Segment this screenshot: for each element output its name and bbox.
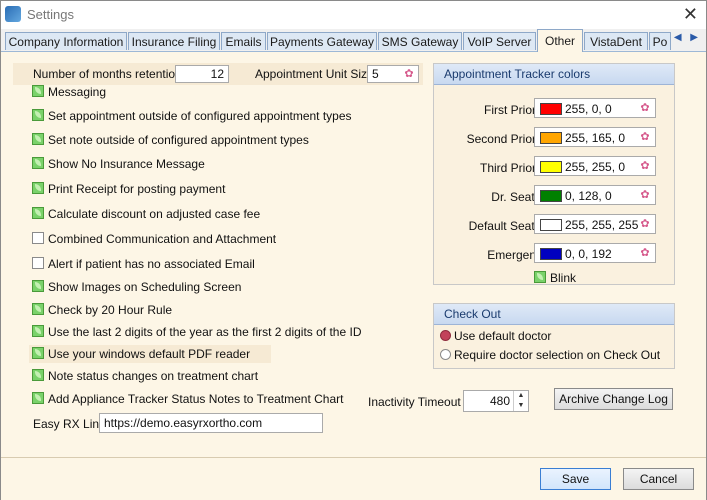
show-images-checkbox[interactable] bbox=[32, 280, 44, 292]
window-title: Settings bbox=[27, 7, 74, 22]
require-doctor-radio[interactable] bbox=[440, 349, 451, 360]
bottom-bar: Save Cancel bbox=[1, 457, 706, 500]
emergency-color[interactable]: 0, 0, 192 ✿ bbox=[534, 243, 656, 263]
third-priority-color[interactable]: 255, 255, 0 ✿ bbox=[534, 156, 656, 176]
inactivity-timeout-value: 480 bbox=[489, 394, 510, 408]
show-images-label: Show Images on Scheduling Screen bbox=[48, 280, 242, 294]
calculate-discount-label: Calculate discount on adjusted case fee bbox=[48, 207, 261, 221]
months-retention-label: Number of months retention bbox=[33, 67, 182, 81]
appliance-tracker-checkbox[interactable] bbox=[32, 392, 44, 404]
emergency-swatch bbox=[540, 248, 562, 260]
settings-window: Settings ✕ Company Information Insurance… bbox=[0, 0, 707, 500]
calculate-discount-checkbox[interactable] bbox=[32, 207, 44, 219]
check-out-title: Check Out bbox=[434, 304, 674, 325]
tab-scroll-right-icon[interactable]: ▶ bbox=[690, 32, 698, 43]
tracker-colors-title: Appointment Tracker colors bbox=[434, 64, 674, 85]
app-icon bbox=[5, 6, 21, 22]
appointment-unit-value: 5 bbox=[372, 67, 379, 81]
messaging-label: Messaging bbox=[48, 85, 107, 99]
set-appointment-outside-checkbox[interactable] bbox=[32, 109, 44, 121]
months-retention-input[interactable]: 12 bbox=[175, 65, 229, 83]
butterfly-icon[interactable]: ✿ bbox=[402, 68, 416, 80]
default-seated-value: 255, 255, 255 bbox=[565, 218, 639, 232]
tab-scroll-arrows: ◀ ▶ bbox=[668, 32, 698, 43]
emergency-value: 0, 0, 192 bbox=[565, 247, 612, 261]
butterfly-icon[interactable]: ✿ bbox=[638, 131, 652, 143]
archive-change-log-button[interactable]: Archive Change Log bbox=[554, 388, 673, 410]
butterfly-icon[interactable]: ✿ bbox=[638, 247, 652, 259]
alert-no-email-label: Alert if patient has no associated Email bbox=[48, 257, 255, 271]
butterfly-icon[interactable]: ✿ bbox=[638, 102, 652, 114]
easy-rx-input[interactable]: https://demo.easyrxortho.com bbox=[99, 413, 323, 433]
show-no-insurance-label: Show No Insurance Message bbox=[48, 157, 205, 171]
dr-seated-color[interactable]: 0, 128, 0 ✿ bbox=[534, 185, 656, 205]
pdf-reader-label: Use your windows default PDF reader bbox=[48, 347, 251, 361]
second-priority-color[interactable]: 255, 165, 0 ✿ bbox=[534, 127, 656, 147]
first-priority-swatch bbox=[540, 103, 562, 115]
appliance-tracker-label: Add Appliance Tracker Status Notes to Tr… bbox=[48, 392, 344, 406]
note-status-label: Note status changes on treatment chart bbox=[48, 369, 259, 383]
first-priority-value: 255, 0, 0 bbox=[565, 102, 612, 116]
easy-rx-label: Easy RX Link bbox=[33, 417, 106, 431]
set-note-outside-checkbox[interactable] bbox=[32, 133, 44, 145]
blink-checkbox[interactable] bbox=[534, 271, 546, 283]
tab-other[interactable]: Other bbox=[537, 29, 583, 52]
tab-company-information[interactable]: Company Information bbox=[5, 32, 127, 50]
close-icon[interactable]: ✕ bbox=[683, 4, 698, 25]
print-receipt-checkbox[interactable] bbox=[32, 182, 44, 194]
tab-voip-server[interactable]: VoIP Server bbox=[463, 32, 536, 50]
last-2-digits-checkbox[interactable] bbox=[32, 325, 44, 337]
inactivity-timeout-input[interactable]: 480 ▲ ▼ bbox=[463, 390, 529, 412]
use-default-doctor-radio[interactable] bbox=[440, 330, 451, 341]
other-tab-panel: Number of months retention 12 Appointmen… bbox=[11, 53, 697, 449]
inactivity-spinner[interactable]: ▲ ▼ bbox=[513, 391, 528, 411]
tab-insurance-filing[interactable]: Insurance Filing bbox=[128, 32, 220, 50]
default-seated-swatch bbox=[540, 219, 562, 231]
tab-vistadent[interactable]: VistaDent bbox=[584, 32, 648, 50]
inactivity-timeout-label: Inactivity Timeout bbox=[368, 395, 461, 409]
appointment-unit-label: Appointment Unit Size bbox=[255, 67, 374, 81]
cancel-button[interactable]: Cancel bbox=[623, 468, 694, 490]
third-priority-value: 255, 255, 0 bbox=[565, 160, 626, 174]
tab-scroll-left-icon[interactable]: ◀ bbox=[674, 32, 682, 43]
save-button[interactable]: Save bbox=[540, 468, 611, 490]
tab-payments-gateway[interactable]: Payments Gateway bbox=[267, 32, 377, 50]
pdf-reader-checkbox[interactable] bbox=[32, 347, 44, 359]
dr-seated-swatch bbox=[540, 190, 562, 202]
use-default-doctor-label: Use default doctor bbox=[454, 329, 552, 343]
first-priority-color[interactable]: 255, 0, 0 ✿ bbox=[534, 98, 656, 118]
butterfly-icon[interactable]: ✿ bbox=[638, 218, 652, 230]
title-bar: Settings ✕ bbox=[1, 1, 706, 29]
last-2-digits-label: Use the last 2 digits of the year as the… bbox=[48, 325, 362, 339]
spin-up-icon[interactable]: ▲ bbox=[514, 391, 528, 401]
check-out-panel: Check Out Use default doctor Require doc… bbox=[433, 303, 675, 369]
check-20-hour-label: Check by 20 Hour Rule bbox=[48, 303, 173, 317]
tab-sms-gateway[interactable]: SMS Gateway bbox=[378, 32, 462, 50]
tracker-colors-panel: Appointment Tracker colors First Priorit… bbox=[433, 63, 675, 285]
appointment-unit-input[interactable]: 5 ✿ bbox=[367, 65, 419, 83]
blink-label: Blink bbox=[550, 271, 577, 285]
tab-strip: Company Information Insurance Filing Ema… bbox=[1, 29, 706, 52]
combined-communication-label: Combined Communication and Attachment bbox=[48, 232, 277, 246]
third-priority-swatch bbox=[540, 161, 562, 173]
combined-communication-checkbox[interactable] bbox=[32, 232, 44, 244]
require-doctor-label: Require doctor selection on Check Out bbox=[454, 348, 661, 362]
butterfly-icon[interactable]: ✿ bbox=[638, 160, 652, 172]
messaging-checkbox[interactable] bbox=[32, 85, 44, 97]
show-no-insurance-checkbox[interactable] bbox=[32, 157, 44, 169]
second-priority-value: 255, 165, 0 bbox=[565, 131, 626, 145]
butterfly-icon[interactable]: ✿ bbox=[638, 189, 652, 201]
default-seated-color[interactable]: 255, 255, 255 ✿ bbox=[534, 214, 656, 234]
dr-seated-value: 0, 128, 0 bbox=[565, 189, 612, 203]
alert-no-email-checkbox[interactable] bbox=[32, 257, 44, 269]
print-receipt-label: Print Receipt for posting payment bbox=[48, 182, 226, 196]
set-appointment-outside-label: Set appointment outside of configured ap… bbox=[48, 109, 352, 123]
spin-down-icon[interactable]: ▼ bbox=[514, 401, 528, 411]
note-status-checkbox[interactable] bbox=[32, 369, 44, 381]
check-20-hour-checkbox[interactable] bbox=[32, 303, 44, 315]
second-priority-swatch bbox=[540, 132, 562, 144]
tab-emails[interactable]: Emails bbox=[221, 32, 266, 50]
set-note-outside-label: Set note outside of configured appointme… bbox=[48, 133, 309, 147]
